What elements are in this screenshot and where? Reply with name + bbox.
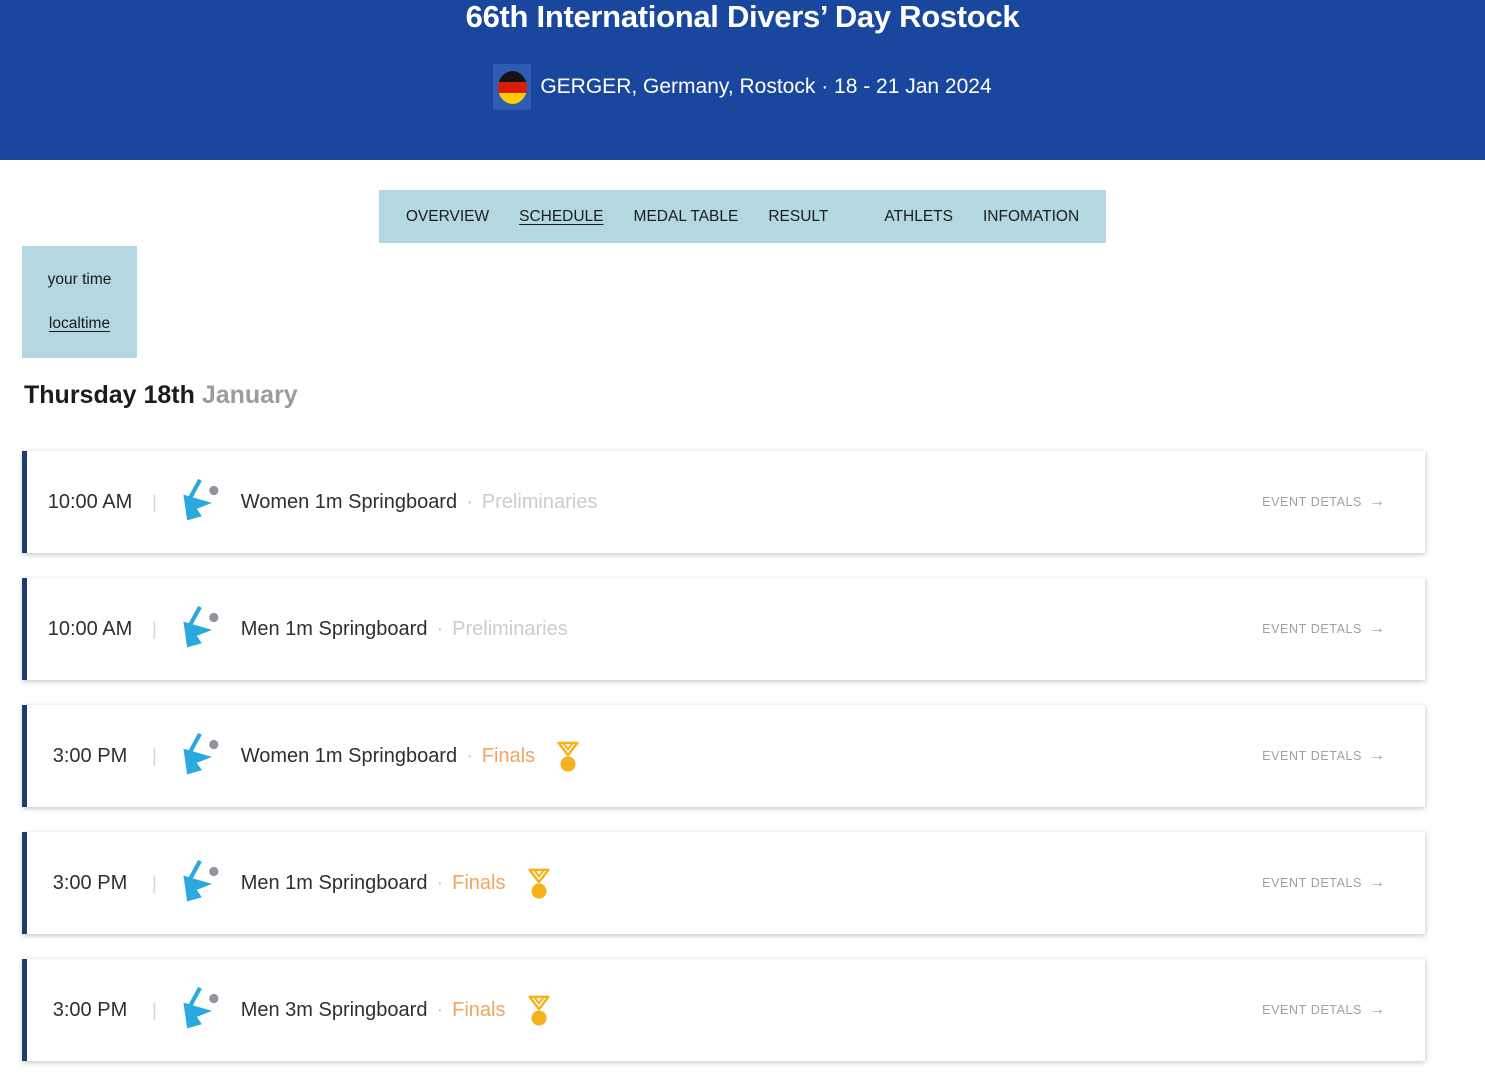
event-time: 3:00 PM <box>38 872 142 895</box>
nav-tab-infomation[interactable]: INFOMATION <box>968 208 1094 226</box>
event-row: 10:00 AM | Women 1m Springboard · Prelim… <box>22 451 1425 553</box>
separator-dot: · <box>436 872 443 895</box>
event-details-link[interactable]: EVENT DETALS → <box>1262 620 1385 638</box>
event-row: 3:00 PM | Men 1m Springboard · Finals EV… <box>22 832 1425 934</box>
gold-medal-icon <box>523 993 555 1028</box>
separator-pipe: | <box>152 1000 157 1021</box>
separator-pipe: | <box>152 619 157 640</box>
separator-dot: · <box>466 745 473 768</box>
separator-pipe: | <box>152 746 157 767</box>
nav-tab-athlets[interactable]: ATHLETS <box>869 208 968 226</box>
nav-tab-overview[interactable]: OVERVIEW <box>391 208 504 226</box>
event-details-link[interactable]: EVENT DETALS → <box>1262 747 1385 765</box>
event-name: Men 1m Springboard <box>241 872 428 895</box>
separator-pipe: | <box>152 873 157 894</box>
event-name: Women 1m Springboard <box>241 745 457 768</box>
page-title: 66th International Divers’ Day Rostock <box>0 0 1485 34</box>
event-name: Women 1m Springboard <box>241 491 457 514</box>
diver-icon <box>177 604 223 654</box>
schedule-list: 10:00 AM | Women 1m Springboard · Prelim… <box>22 451 1425 1061</box>
event-name: Men 3m Springboard <box>241 999 428 1022</box>
gold-medal-icon <box>523 866 555 901</box>
event-time: 3:00 PM <box>38 745 142 768</box>
event-round: Finals <box>452 999 505 1022</box>
event-row: 10:00 AM | Men 1m Springboard · Prelimin… <box>22 578 1425 680</box>
diver-icon <box>177 858 223 908</box>
event-round: Finals <box>452 872 505 895</box>
separator-pipe: | <box>152 492 157 513</box>
date-heading: Thursday 18th January <box>24 381 1485 410</box>
time-toggle: your time localtime <box>22 246 137 358</box>
diver-icon <box>177 731 223 781</box>
header: 66th International Divers’ Day Rostock G… <box>0 0 1485 160</box>
event-time: 3:00 PM <box>38 999 142 1022</box>
event-name: Men 1m Springboard <box>241 618 428 641</box>
event-details-link[interactable]: EVENT DETALS → <box>1262 493 1385 511</box>
main-nav: OVERVIEW SCHEDULE MEDAL TABLE RESULT ATH… <box>379 190 1106 243</box>
your-time-link[interactable]: your time <box>48 271 112 289</box>
event-row: 3:00 PM | Women 1m Springboard · Finals … <box>22 705 1425 807</box>
gold-medal-icon <box>552 739 584 774</box>
diver-icon <box>177 477 223 527</box>
event-time: 10:00 AM <box>38 491 142 514</box>
germany-flag-icon <box>493 64 531 110</box>
separator-dot: · <box>466 491 473 514</box>
event-round: Preliminaries <box>482 491 598 514</box>
arrow-right-icon: → <box>1369 874 1385 892</box>
arrow-right-icon: → <box>1369 747 1385 765</box>
event-subtitle: GERGER, Germany, Rostock · 18 - 21 Jan 2… <box>0 64 1485 110</box>
event-details-link[interactable]: EVENT DETALS → <box>1262 874 1385 892</box>
separator-dot: · <box>436 999 443 1022</box>
localtime-link[interactable]: localtime <box>49 315 110 333</box>
event-row: 3:00 PM | Men 3m Springboard · Finals EV… <box>22 959 1425 1061</box>
event-round: Preliminaries <box>452 618 568 641</box>
event-time: 10:00 AM <box>38 618 142 641</box>
arrow-right-icon: → <box>1369 620 1385 638</box>
event-details-link[interactable]: EVENT DETALS → <box>1262 1001 1385 1019</box>
event-round: Finals <box>482 745 535 768</box>
separator-dot: · <box>436 618 443 641</box>
arrow-right-icon: → <box>1369 493 1385 511</box>
arrow-right-icon: → <box>1369 1001 1385 1019</box>
diver-icon <box>177 985 223 1035</box>
date-month: January <box>202 381 298 409</box>
nav-tab-result[interactable]: RESULT <box>753 208 843 226</box>
location-dates: GERGER, Germany, Rostock · 18 - 21 Jan 2… <box>540 75 991 99</box>
nav-tab-schedule[interactable]: SCHEDULE <box>504 208 618 226</box>
date-day: Thursday 18th <box>24 381 195 409</box>
nav-tab-medal-table[interactable]: MEDAL TABLE <box>619 208 754 226</box>
